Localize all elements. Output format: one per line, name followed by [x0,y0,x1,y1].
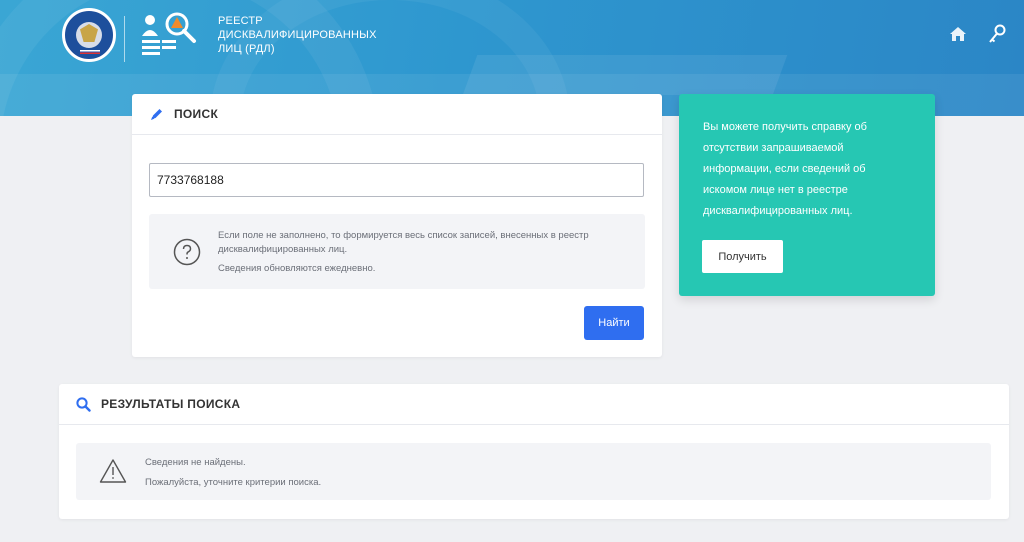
registry-title-line: РЕЕСТР [218,15,263,27]
help-line: Сведения обновляются ежедневно. [218,263,376,274]
search-card: ПОИСК Если поле не заполнено, то формиру… [132,94,662,357]
not-found-line: Сведения не найдены. [145,457,246,468]
warning-icon [99,459,127,483]
not-found-line: Пожалуйста, уточните критерии поиска. [145,477,322,488]
not-found-text: Сведения не найдены. Пожалуйста, уточнит… [145,456,321,490]
home-icon[interactable] [949,26,967,42]
question-circle-icon [173,238,201,266]
search-help-box: Если поле не заполнено, то формируется в… [149,214,645,289]
results-heading: РЕЗУЛЬТАТЫ ПОИСКА [101,397,241,411]
fns-emblem-logo[interactable] [62,8,116,62]
search-help-text: Если поле не заполнено, то формируется в… [218,229,638,276]
find-button[interactable]: Найти [584,306,644,340]
search-icon [76,396,91,412]
registry-title[interactable]: РЕЕСТР ДИСКВАЛИФИЦИРОВАННЫХ ЛИЦ (РДЛ) [218,14,377,56]
logo-divider [124,16,125,62]
registry-title-line: ЛИЦ (РДЛ) [218,43,275,55]
key-icon[interactable] [988,24,1006,44]
search-heading: ПОИСК [174,107,219,121]
search-input[interactable] [149,163,644,197]
help-line: Если поле не заполнено, то формируется в… [218,230,589,255]
search-card-header: ПОИСК [132,94,662,135]
promo-text: Вы можете получить справку об отсутствии… [703,121,867,217]
get-certificate-button[interactable]: Получить [702,240,783,273]
registry-icon [142,12,196,55]
pencil-icon [151,109,162,120]
certificate-promo-card: Вы можете получить справку об отсутствии… [679,94,935,296]
results-card: РЕЗУЛЬТАТЫ ПОИСКА Сведения не найдены. П… [59,384,1009,519]
results-card-header: РЕЗУЛЬТАТЫ ПОИСКА [59,384,1009,425]
registry-title-line: ДИСКВАЛИФИЦИРОВАННЫХ [218,29,377,41]
not-found-box: Сведения не найдены. Пожалуйста, уточнит… [76,443,991,500]
